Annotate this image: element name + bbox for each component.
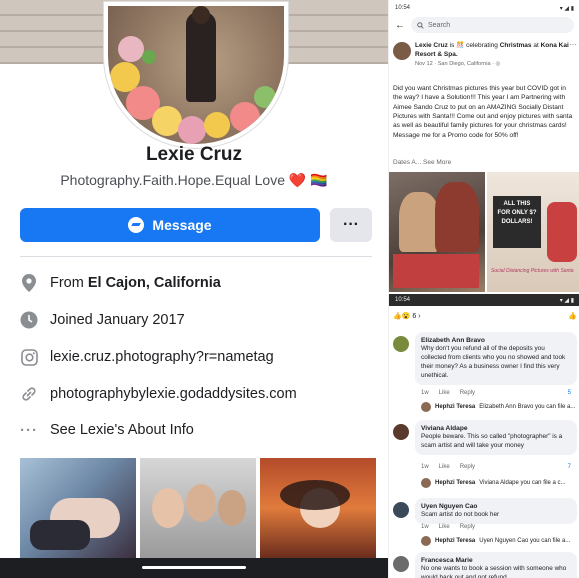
rainbow-flag-emoji: 🏳️‍🌈 xyxy=(310,172,328,188)
comment-reaction-count: 7 xyxy=(567,464,571,470)
info-website-link[interactable]: photographybylexie.godaddysites.com xyxy=(50,386,297,402)
more-options-button[interactable]: ··· xyxy=(330,208,372,242)
post-meta: Nov 12 · San Diego, California · xyxy=(415,60,496,67)
comment-text: Scam artist do not book her xyxy=(421,511,500,519)
commenter-name[interactable]: Uyen Nguyen Cao xyxy=(421,502,571,511)
info-location-prefix: From xyxy=(50,275,88,291)
more-dots-icon: ··· xyxy=(20,421,38,439)
info-location-value: El Cajon, California xyxy=(87,275,221,291)
reactions-icon: 👍😮 xyxy=(393,313,411,320)
messenger-icon xyxy=(128,217,145,233)
post-header: Lexie Cruz is 🎊 celebrating Christmas at… xyxy=(393,40,577,72)
profile-avatar[interactable] xyxy=(104,2,288,148)
link-icon xyxy=(20,385,38,403)
comment-reaction-count: 5 xyxy=(567,390,571,396)
post-image-right[interactable]: ALL THIS FOR ONLY $? DOLLARS! Social Dis… xyxy=(487,172,579,292)
comment-reply[interactable]: Hephzi Teresa Uyen Nguyen Cao you can fi… xyxy=(421,536,579,546)
post-image-caption: ALL THIS FOR ONLY $? DOLLARS! xyxy=(493,196,541,248)
comment-bubble: Viviana Aldape People beware. This so ca… xyxy=(415,420,577,456)
comment-item: Elizabeth Ann Bravo Why don't you refund… xyxy=(393,332,579,416)
commenter-name[interactable]: Elizabeth Ann Bravo xyxy=(421,336,571,345)
post-image-tagline: Social Distancing Pictures with Santa xyxy=(491,268,574,274)
commenter-avatar[interactable] xyxy=(393,502,409,518)
instagram-icon xyxy=(20,348,38,366)
post-author[interactable]: Lexie Cruz xyxy=(415,42,448,49)
search-placeholder: Search xyxy=(428,21,451,29)
reply-avatar xyxy=(421,478,431,488)
signal-battery-icon: ▾ ◢ ▮ xyxy=(559,5,574,12)
photo-thumbnail[interactable] xyxy=(20,458,136,558)
status-bar-2: 10:54 ▾ ◢ ▮ xyxy=(389,294,579,306)
reactions-count: 6 xyxy=(412,313,417,320)
comment-like-button[interactable]: Like xyxy=(439,464,450,470)
back-arrow-icon[interactable]: ← xyxy=(395,20,405,31)
divider xyxy=(20,256,372,257)
info-row-website[interactable]: photographybylexie.godaddysites.com xyxy=(20,381,380,407)
clock-icon xyxy=(20,311,38,329)
post-panel: 10:54 ▾ ◢ ▮ ← Search Lexie Cruz is 🎊 cel… xyxy=(388,0,579,578)
post-author-avatar[interactable] xyxy=(393,42,411,60)
post-images[interactable]: ALL THIS FOR ONLY $? DOLLARS! Social Dis… xyxy=(389,172,579,292)
search-input[interactable]: Search xyxy=(411,17,574,33)
comment-text: Why don't you refund all of the deposits… xyxy=(421,345,566,380)
comment-like-button[interactable]: Like xyxy=(439,524,450,530)
home-indicator[interactable] xyxy=(142,566,246,569)
photo-thumbnail[interactable] xyxy=(260,458,376,558)
see-more-link[interactable]: See More xyxy=(423,159,451,166)
profile-bio: Photography.Faith.Hope.Equal Love ❤️ 🏳️‍… xyxy=(0,172,388,189)
photo-thumbnail[interactable] xyxy=(140,458,256,558)
comment-reply-button[interactable]: Reply xyxy=(460,390,475,396)
heart-emoji: ❤️ xyxy=(288,172,307,188)
post-image-left[interactable] xyxy=(389,172,485,292)
reply-avatar xyxy=(421,402,431,412)
comment-bubble: Elizabeth Ann Bravo Why don't you refund… xyxy=(415,332,577,386)
reply-avatar xyxy=(421,536,431,546)
info-joined-text: Joined January 2017 xyxy=(50,312,185,328)
info-row-location: From El Cajon, California xyxy=(20,270,380,296)
comment-bubble: Uyen Nguyen Cao Scam artist do not book … xyxy=(415,498,577,525)
comment-bubble: Francesca Marie No one wants to book a s… xyxy=(415,552,577,578)
search-row: ← Search xyxy=(389,14,579,36)
post-dates-text: Dates A... xyxy=(393,159,422,166)
like-outline-icon[interactable]: 👍 xyxy=(568,312,577,320)
comment-text: No one wants to book a session with some… xyxy=(421,565,567,578)
location-pin-icon xyxy=(20,274,38,292)
comment-item: Uyen Nguyen Cao Scam artist do not book … xyxy=(393,498,579,548)
comment-like-button[interactable]: Like xyxy=(439,390,450,396)
photo-grid xyxy=(20,458,376,558)
message-button-label: Message xyxy=(152,217,212,233)
post-options-icon[interactable]: ··· xyxy=(569,40,577,51)
celebrate-emoji: 🎊 xyxy=(456,42,465,49)
comment-reply-button[interactable]: Reply xyxy=(460,464,475,470)
bio-text: Photography.Faith.Hope.Equal Love xyxy=(60,172,285,188)
globe-icon: ◎ xyxy=(495,60,501,67)
comment-reply[interactable]: Hephzi Teresa Elizabeth Ann Bravo you ca… xyxy=(421,402,579,412)
info-row-instagram[interactable]: lexie.cruz.photography?r=nametag xyxy=(20,344,380,370)
info-row-joined: Joined January 2017 xyxy=(20,307,380,333)
commenter-name[interactable]: Viviana Aldape xyxy=(421,424,571,433)
status-bar: 10:54 ▾ ◢ ▮ xyxy=(389,2,579,14)
post-body: Did you want Christmas pictures this yea… xyxy=(393,85,573,139)
search-icon xyxy=(417,21,424,29)
info-instagram-link[interactable]: lexie.cruz.photography?r=nametag xyxy=(50,349,274,365)
commenter-name[interactable]: Francesca Marie xyxy=(421,556,571,565)
signal-battery-icon-2: ▾ ◢ ▮ xyxy=(559,297,574,304)
commenter-avatar[interactable] xyxy=(393,424,409,440)
profile-panel: Lexie Cruz Photography.Faith.Hope.Equal … xyxy=(0,0,388,578)
comments-header: 👍😮 6 › 👍 xyxy=(393,312,577,320)
comment-item: Viviana Aldape People beware. This so ca… xyxy=(393,420,579,494)
message-button[interactable]: Message xyxy=(20,208,320,242)
comment-reply-button[interactable]: Reply xyxy=(460,524,475,530)
profile-name: Lexie Cruz xyxy=(145,144,243,165)
commenter-avatar[interactable] xyxy=(393,556,409,572)
comment-reply[interactable]: Hephzi Teresa Viviana Aldape you can fil… xyxy=(421,478,579,488)
see-about-info-link[interactable]: See Lexie's About Info xyxy=(50,422,194,438)
commenter-avatar[interactable] xyxy=(393,336,409,352)
info-row-about[interactable]: ··· See Lexie's About Info xyxy=(20,417,380,443)
status-time: 10:54 xyxy=(395,5,411,11)
status-time-2: 10:54 xyxy=(395,297,411,303)
comment-item: Francesca Marie No one wants to book a s… xyxy=(393,552,579,578)
comment-text: People beware. This so called "photograp… xyxy=(421,433,563,450)
